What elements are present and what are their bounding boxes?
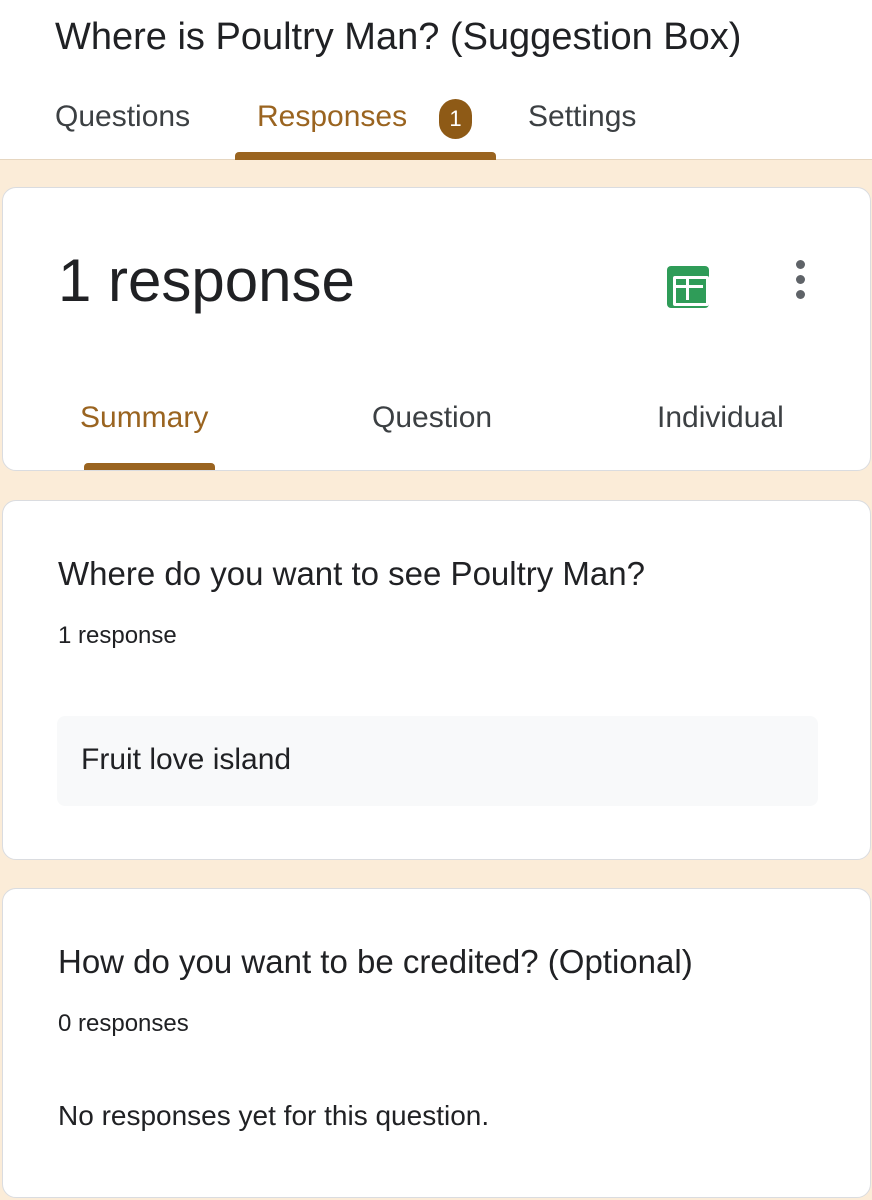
question-response-count: 0 responses	[58, 1010, 189, 1037]
answer-item: Fruit love island	[57, 716, 818, 806]
question-title: Where do you want to see Poultry Man?	[58, 555, 645, 592]
question-card: How do you want to be credited? (Optiona…	[2, 888, 871, 1198]
subtab-individual[interactable]: Individual	[657, 398, 784, 438]
question-response-count: 1 response	[58, 622, 177, 649]
subtab-question[interactable]: Question	[372, 398, 492, 438]
question-title: How do you want to be credited? (Optiona…	[58, 943, 693, 980]
question-card: Where do you want to see Poultry Man? 1 …	[2, 500, 871, 860]
form-title: Where is Poultry Man? (Suggestion Box)	[55, 16, 742, 58]
total-response-count: 1 response	[58, 247, 355, 314]
more-vert-icon[interactable]	[785, 258, 817, 302]
subtab-summary[interactable]: Summary	[80, 398, 208, 438]
tab-responses[interactable]: Responses	[257, 97, 407, 137]
responses-summary-card: 1 response Summary Question Individual	[2, 187, 871, 471]
active-subtab-indicator	[84, 463, 215, 470]
empty-responses-message: No responses yet for this question.	[58, 1100, 490, 1131]
active-tab-indicator	[235, 152, 496, 160]
tab-settings[interactable]: Settings	[528, 97, 636, 137]
answer-text: Fruit love island	[81, 743, 292, 776]
tab-questions[interactable]: Questions	[55, 97, 190, 137]
top-bar: Where is Poultry Man? (Suggestion Box) Q…	[0, 0, 872, 160]
google-sheets-icon[interactable]	[667, 266, 709, 308]
responses-count-badge: 1	[439, 99, 472, 139]
